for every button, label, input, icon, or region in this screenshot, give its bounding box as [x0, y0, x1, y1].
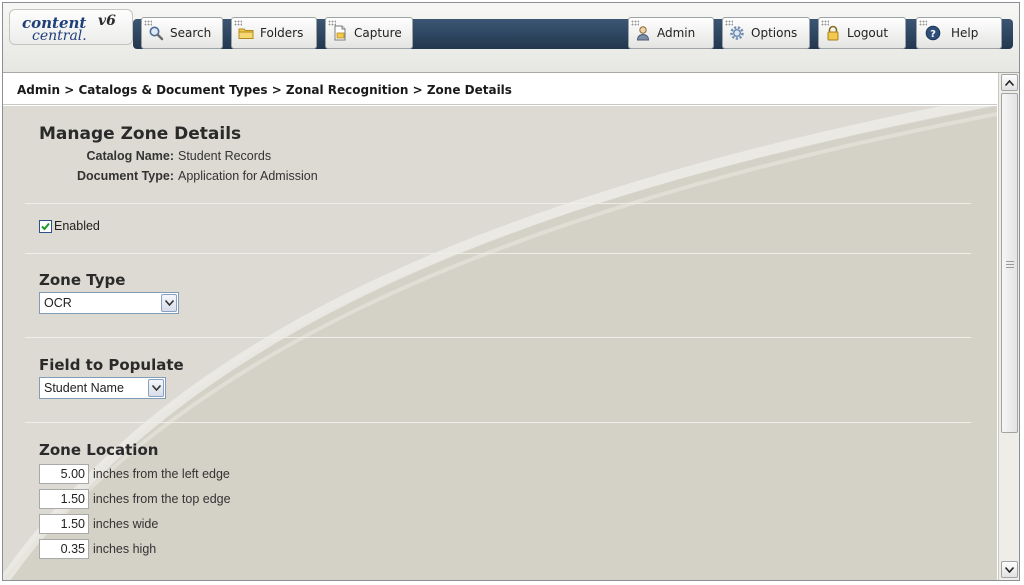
- zone-width-label: inches wide: [93, 516, 159, 531]
- svg-text:?: ?: [930, 29, 936, 40]
- folders-button-label: Folders: [260, 26, 304, 40]
- catalog-name-label: Catalog Name:: [86, 149, 174, 163]
- application-window: content central. v6 Search Folders Captu…: [2, 2, 1020, 581]
- enabled-label: Enabled: [54, 219, 100, 233]
- zone-top-input[interactable]: 1.50: [39, 488, 89, 509]
- catalog-name-row: Catalog Name: Student Records: [39, 146, 318, 166]
- document-type-label: Document Type:: [77, 169, 174, 183]
- options-button[interactable]: Options: [722, 17, 810, 49]
- zone-width-input[interactable]: 1.50: [39, 513, 89, 534]
- section-divider: [25, 203, 971, 204]
- logo-text-central: central.: [32, 28, 87, 44]
- scrollbar-grip: [1006, 264, 1014, 265]
- scrollbar-grip: [1006, 267, 1014, 268]
- main-content: Manage Zone Details Catalog Name: Studen…: [3, 106, 997, 580]
- button-grip-icon: [144, 20, 152, 26]
- zone-left-input[interactable]: 5.00: [39, 463, 89, 484]
- enabled-checkbox-row[interactable]: Enabled: [39, 219, 100, 233]
- scroll-up-button[interactable]: [1001, 74, 1018, 91]
- logout-button-label: Logout: [847, 26, 889, 40]
- gear-icon: [729, 25, 745, 41]
- field-to-populate-selected: Student Name: [44, 381, 124, 395]
- scrollbar-thumb[interactable]: [1001, 93, 1018, 433]
- section-divider: [25, 422, 971, 423]
- button-grip-icon: [234, 20, 242, 26]
- button-grip-icon: [725, 20, 733, 26]
- zone-left-row: 5.00 inches from the left edge: [39, 461, 231, 486]
- zone-top-label: inches from the top edge: [93, 491, 231, 506]
- search-button-label: Search: [170, 26, 212, 40]
- field-to-populate-section: Field to Populate Student Name: [39, 356, 184, 399]
- page-title: Manage Zone Details: [39, 124, 242, 144]
- scrollbar-grip: [1006, 261, 1014, 262]
- field-to-populate-select[interactable]: Student Name: [39, 377, 166, 399]
- button-grip-icon: [328, 20, 336, 26]
- zone-height-input[interactable]: 0.35: [39, 538, 89, 559]
- field-to-populate-heading: Field to Populate: [39, 356, 184, 374]
- chevron-down-icon: [1005, 566, 1014, 573]
- user-admin-icon: [635, 25, 651, 41]
- top-toolbar: content central. v6 Search Folders Captu…: [3, 3, 1019, 73]
- page-header: Manage Zone Details Catalog Name: Studen…: [39, 124, 318, 186]
- capture-button-label: Capture: [354, 26, 402, 40]
- scroll-down-button[interactable]: [1001, 561, 1018, 578]
- help-button-label: Help: [951, 26, 979, 40]
- zone-location-section: Zone Location 5.00 inches from the left …: [39, 441, 231, 561]
- zone-height-label: inches high: [93, 541, 157, 556]
- button-grip-icon: [919, 20, 927, 26]
- admin-button[interactable]: Admin: [628, 17, 714, 49]
- document-capture-icon: [332, 25, 348, 41]
- button-grip-icon: [631, 20, 639, 26]
- chevron-down-icon[interactable]: [161, 294, 177, 312]
- vertical-scrollbar[interactable]: [998, 73, 1019, 580]
- zone-height-row: 0.35 inches high: [39, 536, 231, 561]
- search-button[interactable]: Search: [141, 17, 223, 49]
- section-divider: [25, 253, 971, 254]
- document-type-row: Document Type: Application for Admission: [39, 166, 318, 186]
- zone-left-label: inches from the left edge: [93, 466, 230, 481]
- chevron-down-icon[interactable]: [148, 379, 164, 397]
- zone-location-heading: Zone Location: [39, 441, 159, 459]
- options-button-label: Options: [751, 26, 798, 40]
- folder-icon: [238, 25, 254, 41]
- logout-button[interactable]: Logout: [818, 17, 906, 49]
- zone-width-row: 1.50 inches wide: [39, 511, 231, 536]
- zone-type-selected: OCR: [44, 296, 72, 310]
- catalog-name-value: Student Records: [178, 149, 272, 163]
- chevron-up-icon: [1005, 79, 1014, 86]
- help-icon: ?: [925, 25, 941, 41]
- help-button[interactable]: ? Help: [916, 17, 1002, 49]
- zone-type-select[interactable]: OCR: [39, 292, 179, 314]
- folders-button[interactable]: Folders: [231, 17, 317, 49]
- logo-version: v6: [98, 13, 116, 29]
- zone-top-row: 1.50 inches from the top edge: [39, 486, 231, 511]
- capture-button[interactable]: Capture: [325, 17, 413, 49]
- admin-button-label: Admin: [657, 26, 696, 40]
- app-logo[interactable]: content central. v6: [9, 9, 133, 45]
- button-grip-icon: [821, 20, 829, 26]
- enabled-checkbox[interactable]: [39, 219, 52, 233]
- magnifier-icon: [148, 25, 164, 41]
- section-divider: [25, 337, 971, 338]
- document-type-value: Application for Admission: [178, 169, 318, 183]
- padlock-icon: [825, 25, 841, 41]
- zone-type-section: Zone Type OCR: [39, 271, 179, 314]
- breadcrumb[interactable]: Admin > Catalogs & Document Types > Zona…: [3, 75, 997, 105]
- zone-type-heading: Zone Type: [39, 271, 126, 289]
